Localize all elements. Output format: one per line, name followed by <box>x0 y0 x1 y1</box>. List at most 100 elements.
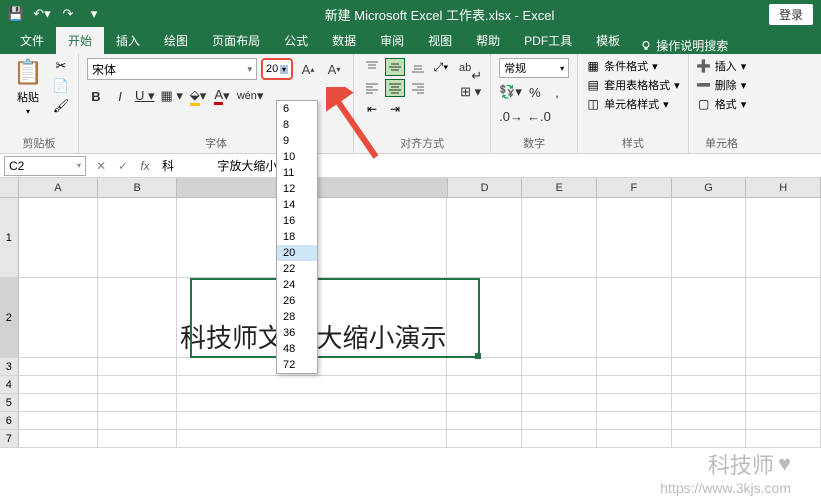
align-left-icon[interactable] <box>362 79 382 97</box>
increase-indent-icon[interactable]: ⇥ <box>385 100 405 118</box>
cell-F2[interactable] <box>597 278 672 358</box>
cell-C4[interactable] <box>177 376 447 394</box>
cell-E3[interactable] <box>522 358 597 376</box>
align-top-icon[interactable] <box>362 58 382 76</box>
font-size-option-20[interactable]: 20 <box>277 245 317 261</box>
cell-E1[interactable] <box>522 198 597 278</box>
underline-button[interactable]: U ▾ <box>135 86 155 106</box>
cell-D7[interactable] <box>447 430 522 448</box>
cell-B6[interactable] <box>98 412 177 430</box>
cell-H6[interactable] <box>746 412 821 430</box>
cell-H4[interactable] <box>746 376 821 394</box>
font-size-option-18[interactable]: 18 <box>277 229 317 245</box>
cell-B1[interactable] <box>98 198 177 278</box>
font-size-option-10[interactable]: 10 <box>277 149 317 165</box>
format-painter-icon[interactable]: 🖌 <box>52 98 70 116</box>
font-size-option-6[interactable]: 6 <box>277 101 317 117</box>
cell-A2[interactable] <box>19 278 98 358</box>
formula-input[interactable]: 科 字放大缩小演示 <box>156 157 821 174</box>
italic-button[interactable]: I <box>111 86 129 106</box>
font-size-option-22[interactable]: 22 <box>277 261 317 277</box>
save-icon[interactable]: 💾 <box>6 4 26 24</box>
font-size-option-9[interactable]: 9 <box>277 133 317 149</box>
row-header-3[interactable]: 3 <box>0 358 19 375</box>
column-header-h[interactable]: H <box>746 178 821 197</box>
fx-icon[interactable]: fx <box>134 159 156 173</box>
cell-G2[interactable] <box>672 278 747 358</box>
format-cells-button[interactable]: ▢格式 ▾ <box>697 96 747 112</box>
tab-pdf[interactable]: PDF工具 <box>512 27 584 54</box>
cell-E4[interactable] <box>522 376 597 394</box>
cell-H5[interactable] <box>746 394 821 412</box>
increase-decimal-icon[interactable]: .0→ <box>499 106 523 126</box>
font-name-select[interactable]: 宋体 ▾ <box>87 58 257 80</box>
cell-D6[interactable] <box>447 412 522 430</box>
font-size-option-26[interactable]: 26 <box>277 293 317 309</box>
wrap-text-button[interactable]: ab↵ <box>459 58 482 78</box>
align-middle-icon[interactable] <box>385 58 405 76</box>
enter-formula-icon[interactable]: ✓ <box>112 159 134 173</box>
cell-B3[interactable] <box>98 358 177 376</box>
column-header-d[interactable]: D <box>448 178 523 197</box>
cell-A1[interactable] <box>19 198 98 278</box>
tab-insert[interactable]: 插入 <box>104 27 152 54</box>
tab-pagelayout[interactable]: 页面布局 <box>200 27 272 54</box>
cell-H1[interactable] <box>746 198 821 278</box>
cell-E6[interactable] <box>522 412 597 430</box>
cell-G7[interactable] <box>672 430 747 448</box>
font-size-option-24[interactable]: 24 <box>277 277 317 293</box>
increase-font-icon[interactable]: A▴ <box>297 58 319 80</box>
decrease-font-icon[interactable]: A▾ <box>323 58 345 80</box>
qat-dropdown-icon[interactable]: ▾ <box>84 4 104 24</box>
cell-E7[interactable] <box>522 430 597 448</box>
delete-cells-button[interactable]: ➖删除 ▾ <box>697 77 747 93</box>
font-size-option-48[interactable]: 48 <box>277 341 317 357</box>
copy-icon[interactable]: 📄 <box>52 78 70 96</box>
cell-G3[interactable] <box>672 358 747 376</box>
font-size-select[interactable]: 20 ▾ <box>261 58 293 80</box>
tab-view[interactable]: 视图 <box>416 27 464 54</box>
undo-icon[interactable]: ↶▾ <box>32 4 52 24</box>
align-right-icon[interactable] <box>408 79 428 97</box>
currency-button[interactable]: 💱▾ <box>499 82 522 102</box>
phonetic-button[interactable]: wén ▾ <box>237 86 263 106</box>
row-header-6[interactable]: 6 <box>0 412 19 429</box>
row-header-1[interactable]: 1 <box>0 198 19 277</box>
cell-D1[interactable] <box>447 198 522 278</box>
border-button[interactable]: ▦ ▾ <box>161 86 183 106</box>
tab-formulas[interactable]: 公式 <box>272 27 320 54</box>
cell-H2[interactable] <box>746 278 821 358</box>
tab-template[interactable]: 模板 <box>584 27 632 54</box>
decrease-indent-icon[interactable]: ⇤ <box>362 100 382 118</box>
align-center-icon[interactable] <box>385 79 405 97</box>
font-size-option-8[interactable]: 8 <box>277 117 317 133</box>
row-header-2[interactable]: 2 <box>0 278 19 357</box>
bold-button[interactable]: B <box>87 86 105 106</box>
column-header-e[interactable]: E <box>522 178 597 197</box>
font-size-option-72[interactable]: 72 <box>277 357 317 373</box>
tab-data[interactable]: 数据 <box>320 27 368 54</box>
cell-D4[interactable] <box>447 376 522 394</box>
number-format-select[interactable]: 常规 ▾ <box>499 58 569 78</box>
tell-me[interactable]: 操作说明搜索 <box>640 37 728 54</box>
font-size-dropdown[interactable]: 6891011121416182022242628364872 <box>276 100 318 374</box>
row-header-5[interactable]: 5 <box>0 394 19 411</box>
column-header-a[interactable]: A <box>19 178 98 197</box>
cell-G6[interactable] <box>672 412 747 430</box>
cell-F3[interactable] <box>597 358 672 376</box>
cell-A5[interactable] <box>19 394 98 412</box>
cell-G4[interactable] <box>672 376 747 394</box>
cell-A3[interactable] <box>19 358 98 376</box>
orientation-icon[interactable]: ⤢▾ <box>431 58 451 76</box>
cell-E2[interactable] <box>522 278 597 358</box>
cancel-formula-icon[interactable]: ✕ <box>90 159 112 173</box>
cell-A6[interactable] <box>19 412 98 430</box>
align-bottom-icon[interactable] <box>408 58 428 76</box>
cell-F7[interactable] <box>597 430 672 448</box>
font-size-option-28[interactable]: 28 <box>277 309 317 325</box>
tab-file[interactable]: 文件 <box>8 27 56 54</box>
comma-button[interactable]: , <box>548 82 566 102</box>
insert-cells-button[interactable]: ➕插入 ▾ <box>697 58 747 74</box>
merge-center-button[interactable]: ⊞ ▾ <box>459 82 482 102</box>
font-size-option-12[interactable]: 12 <box>277 181 317 197</box>
